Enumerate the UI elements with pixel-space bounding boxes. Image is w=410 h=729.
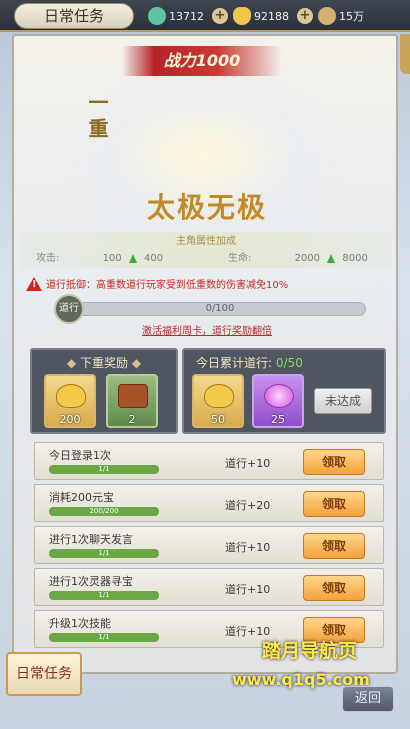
task-progress-text: 1/1 xyxy=(98,591,110,599)
daoxing-progress: 道行 0/100 xyxy=(54,294,366,324)
attack-label: 攻击: xyxy=(36,253,60,264)
claim-button[interactable]: 领取 xyxy=(303,533,365,559)
daily-total-count: 0/50 xyxy=(275,356,303,370)
reward-count: 200 xyxy=(59,413,81,426)
task-progress-text: 1/1 xyxy=(98,633,110,641)
task-row: 进行1次聊天发言 1/1 道行+10 领取 xyxy=(34,526,384,564)
reward-count: 25 xyxy=(271,413,285,426)
return-button[interactable]: 返回 xyxy=(342,686,394,712)
daily-total-title: 今日累计道行: 0/50 xyxy=(196,356,303,370)
task-name: 今日登录1次 xyxy=(49,449,111,462)
resource-jade: 13712 + xyxy=(148,6,228,26)
gold-ingot-icon xyxy=(56,384,86,408)
watermark-title: 踏月导航页 xyxy=(262,640,358,662)
reward-count: 50 xyxy=(211,413,225,426)
jade-amount: 13712 xyxy=(169,9,204,23)
attribute-title: 主角属性加成 xyxy=(176,236,236,247)
task-name: 消耗200元宝 xyxy=(49,491,114,504)
gold-amount: 92188 xyxy=(254,9,289,23)
task-progress-text: 1/1 xyxy=(98,465,110,473)
task-progress-bar: 1/1 xyxy=(49,549,159,558)
yinyang-badge-icon: 道行 xyxy=(54,294,84,324)
gold-ingot-icon xyxy=(233,7,251,25)
task-reward: 道行+20 xyxy=(225,499,271,512)
daily-reward-gold[interactable]: 50 xyxy=(192,374,244,428)
warning-icon: ! xyxy=(26,276,42,291)
gold-ingot-icon xyxy=(204,384,234,408)
copper-coin-icon xyxy=(318,7,336,25)
purple-orb-icon xyxy=(264,384,294,408)
next-reward-title: ◆ 下重奖励 ◆ xyxy=(66,356,142,370)
hp-from: 2000 xyxy=(294,253,321,264)
side-ornament xyxy=(400,34,410,74)
weekly-card-link[interactable]: 激活福利周卡，道行奖励翻倍 xyxy=(14,322,396,337)
next-reward-box: ◆ 下重奖励 ◆ 200 2 xyxy=(30,348,178,434)
treasure-chest-icon xyxy=(118,384,148,408)
task-name: 升级1次技能 xyxy=(49,617,111,630)
not-achieved-button[interactable]: 未达成 xyxy=(314,388,372,414)
task-row: 消耗200元宝 200/200 道行+20 领取 xyxy=(34,484,384,522)
arrow-up-icon xyxy=(128,253,137,263)
claim-button[interactable]: 领取 xyxy=(303,449,365,475)
attack-row: 攻击: 100 400 xyxy=(36,249,163,264)
power-banner: 战力1000 xyxy=(122,46,282,76)
task-progress-bar: 200/200 xyxy=(49,507,159,516)
resource-gold: 92188 + xyxy=(233,6,313,26)
add-gold-button[interactable]: + xyxy=(297,8,313,24)
warning-text: 道行抵御：高重数道行玩家受到低重数的伤害减免10% xyxy=(46,280,289,291)
task-row: 进行1次灵器寻宝 1/1 道行+10 领取 xyxy=(34,568,384,606)
task-progress-bar: 1/1 xyxy=(49,465,159,474)
task-progress-bar: 1/1 xyxy=(49,591,159,600)
task-progress-text: 200/200 xyxy=(89,507,119,515)
daily-reward-orb[interactable]: 25 xyxy=(252,374,304,428)
task-reward: 道行+10 xyxy=(225,457,271,470)
page-title: 日常任务 xyxy=(14,3,134,29)
task-name: 进行1次灵器寻宝 xyxy=(49,575,133,588)
task-progress-bar: 1/1 xyxy=(49,633,159,642)
task-name: 进行1次聊天发言 xyxy=(49,533,133,546)
daily-total-box: 今日累计道行: 0/50 50 25 未达成 xyxy=(182,348,386,434)
rank-label: 一重 xyxy=(85,92,109,144)
hp-row: 生命: 2000 8000 xyxy=(228,249,368,264)
task-reward: 道行+10 xyxy=(225,583,271,596)
reward-item-gold[interactable]: 200 xyxy=(44,374,96,428)
warning-row: ! 道行抵御：高重数道行玩家受到低重数的伤害减免10% xyxy=(26,276,288,291)
taiji-halo xyxy=(54,56,354,256)
add-jade-button[interactable]: + xyxy=(212,8,228,24)
stage-name: 太极无极 xyxy=(146,191,267,224)
task-reward: 道行+10 xyxy=(225,541,271,554)
task-progress-text: 1/1 xyxy=(98,549,110,557)
task-row: 今日登录1次 1/1 道行+10 领取 xyxy=(34,442,384,480)
daoxing-progress-text: 0/100 xyxy=(205,303,235,314)
top-bar: 日常任务 13712 + 92188 + 15万 xyxy=(0,0,410,32)
hp-label: 生命: xyxy=(228,253,252,264)
hp-to: 8000 xyxy=(342,253,368,264)
attack-from: 100 xyxy=(102,253,122,264)
daily-task-tab[interactable]: 日常任务 xyxy=(6,652,82,696)
claim-button[interactable]: 领取 xyxy=(303,575,365,601)
resource-copper: 15万 xyxy=(318,6,364,26)
jade-coin-icon xyxy=(148,7,166,25)
attack-to: 400 xyxy=(144,253,164,264)
claim-button[interactable]: 领取 xyxy=(303,491,365,517)
daoxing-progress-bar: 0/100 xyxy=(72,302,366,316)
daily-task-panel: 战力1000 一重 太极无极 主角属性加成 攻击: 100 400 生命: 20… xyxy=(12,34,398,674)
reward-count: 2 xyxy=(128,413,136,426)
reward-item-chest[interactable]: 2 xyxy=(106,374,158,428)
attribute-bonus: 主角属性加成 攻击: 100 400 生命: 2000 8000 xyxy=(20,232,392,268)
copper-amount: 15万 xyxy=(339,10,364,23)
arrow-up-icon xyxy=(327,253,336,263)
